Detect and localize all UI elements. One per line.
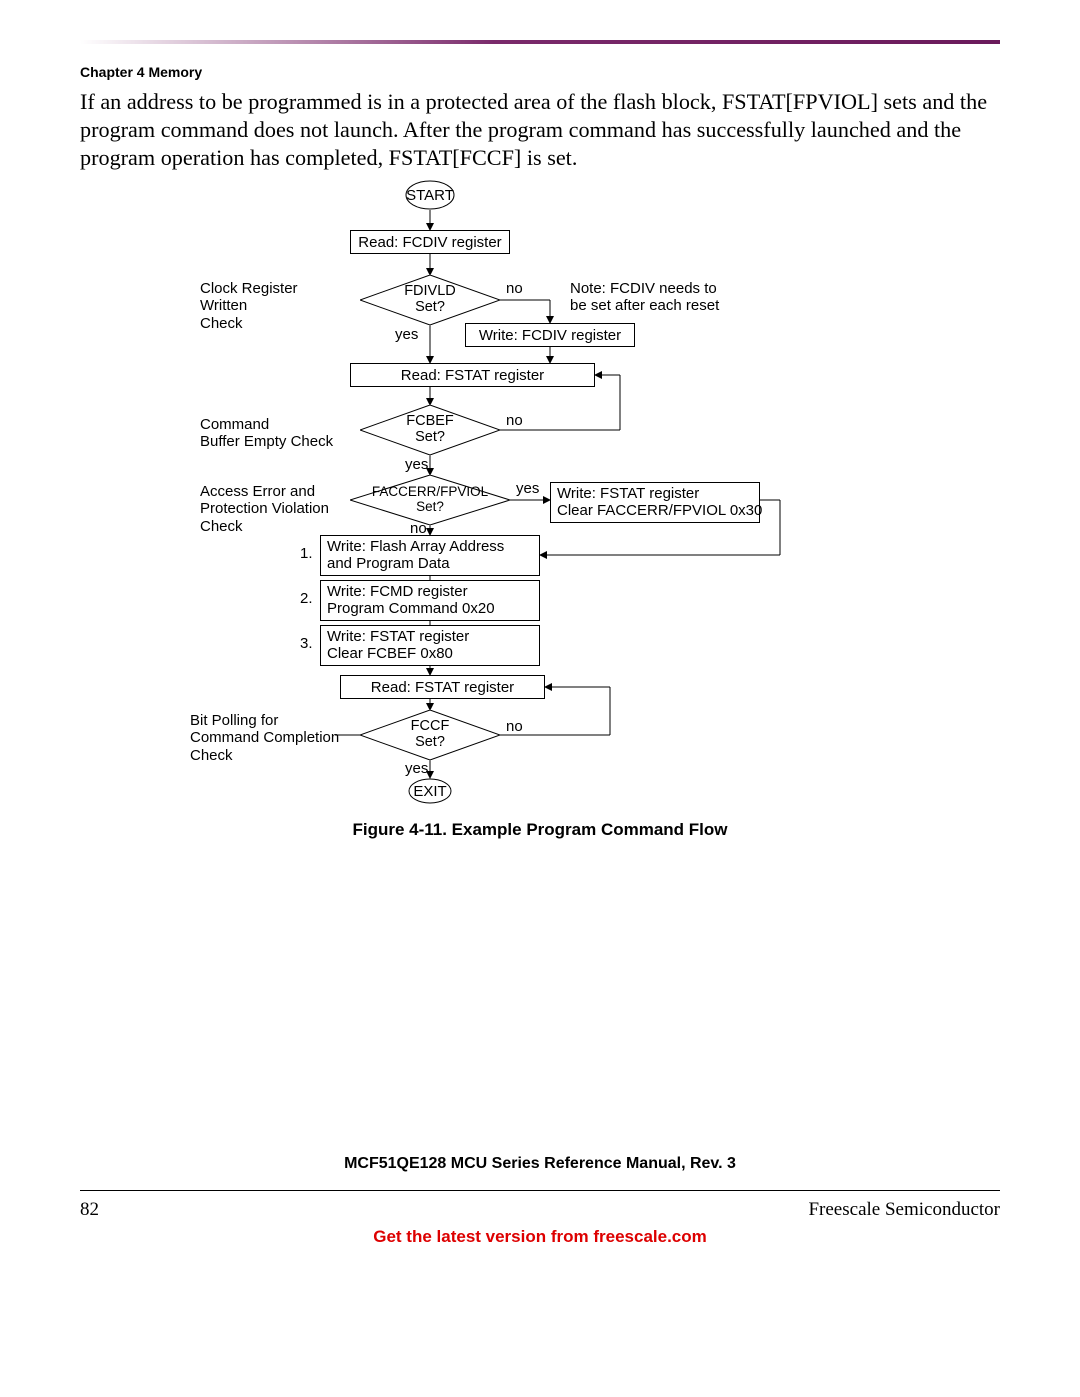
proc-read-fcdiv: Read: FCDIV register (350, 230, 510, 254)
page: Chapter 4 Memory If an address to be pro… (0, 0, 1080, 1397)
proc-step-3: Write: FSTAT register Clear FCBEF 0x80 (320, 625, 540, 666)
flowchart: START Read: FCDIV register Clock Registe… (190, 180, 890, 820)
decision-fdivld: FDIVLD Set? (360, 275, 500, 325)
page-number: 82 (80, 1199, 99, 1221)
decision-fcbef-text: FCBEF Set? (360, 405, 500, 455)
label-access-check: Access Error and Protection Violation Ch… (200, 483, 329, 535)
proc-step-2: Write: FCMD register Program Command 0x2… (320, 580, 540, 621)
exit-terminator: EXIT (408, 778, 452, 804)
decision-fccf-text: FCCF Set? (360, 710, 500, 760)
label-no-1: no (506, 280, 523, 297)
label-yes-1: yes (395, 326, 418, 343)
label-no-4: no (506, 718, 523, 735)
footer-link: Get the latest version from freescale.co… (0, 1227, 1080, 1247)
label-yes-4: yes (405, 760, 428, 777)
footer-company: Freescale Semiconductor (808, 1199, 1000, 1221)
label-cmd-buffer-check: Command Buffer Empty Check (200, 416, 333, 451)
label-note-fcdiv: Note: FCDIV needs to be set after each r… (570, 280, 719, 315)
footer-manual-title: MCF51QE128 MCU Series Reference Manual, … (0, 1155, 1080, 1173)
footer-rule (80, 1190, 1000, 1191)
start-label: START (406, 187, 454, 204)
step-number-3: 3. (300, 635, 313, 652)
step-number-2: 2. (300, 590, 313, 607)
proc-step-1: Write: Flash Array Address and Program D… (320, 535, 540, 576)
label-bit-polling: Bit Polling for Command Completion Check (190, 712, 339, 764)
decision-faccerr: FACCERR/FPVIOL Set? (350, 475, 510, 525)
start-terminator: START (405, 180, 455, 210)
decision-faccerr-text: FACCERR/FPVIOL Set? (350, 475, 510, 525)
proc-write-fcdiv: Write: FCDIV register (465, 323, 635, 347)
label-clock-register-check: Clock Register Written Check (200, 280, 298, 332)
figure: START Read: FCDIV register Clock Registe… (0, 180, 1080, 820)
decision-fcbef: FCBEF Set? (360, 405, 500, 455)
figure-caption: Figure 4-11. Example Program Command Flo… (0, 820, 1080, 840)
step-number-1: 1. (300, 545, 313, 562)
body-paragraph: If an address to be programmed is in a p… (80, 88, 1000, 172)
proc-read-fstat-2: Read: FSTAT register (340, 675, 545, 699)
header-rule (80, 40, 1000, 44)
decision-fdivld-text: FDIVLD Set? (360, 275, 500, 325)
chapter-header: Chapter 4 Memory (80, 64, 202, 80)
label-yes-3: yes (516, 480, 539, 497)
decision-fccf: FCCF Set? (360, 710, 500, 760)
proc-read-fstat-1: Read: FSTAT register (350, 363, 595, 387)
label-no-2: no (506, 412, 523, 429)
exit-label: EXIT (413, 783, 446, 800)
proc-write-fstat-clear: Write: FSTAT register Clear FACCERR/FPVI… (550, 482, 760, 523)
label-yes-2: yes (405, 456, 428, 473)
